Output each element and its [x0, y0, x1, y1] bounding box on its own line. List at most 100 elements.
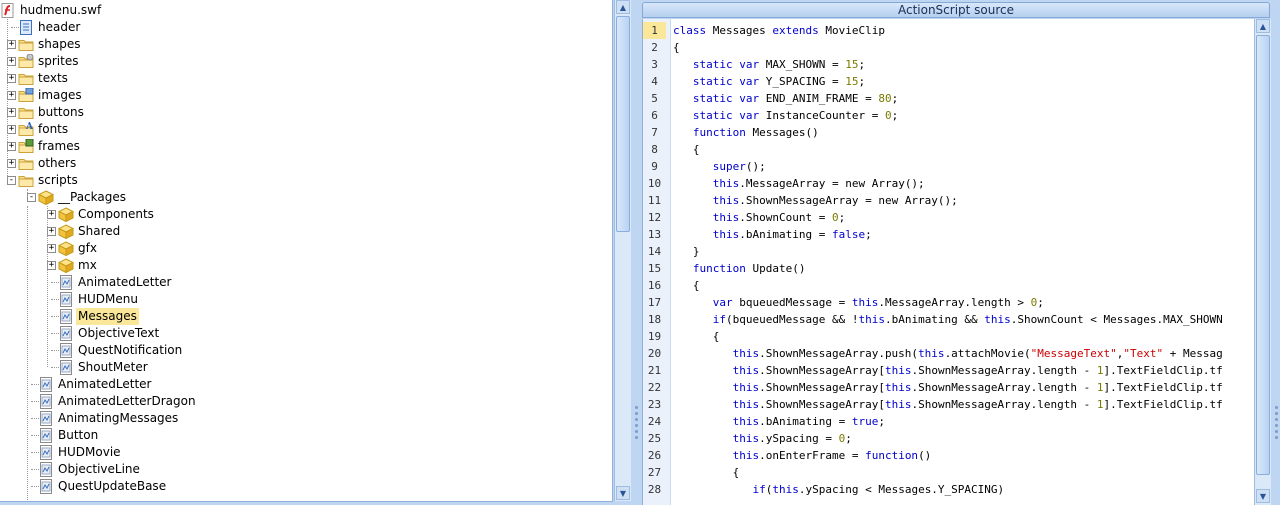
tree-node-label[interactable]: AnimatedLetter — [76, 274, 173, 291]
tree-node-label[interactable]: scripts — [36, 172, 80, 189]
code-line[interactable]: var bqueuedMessage = this.MessageArray.l… — [673, 294, 1044, 311]
tree-node[interactable]: QuestUpdateBase — [0, 478, 610, 495]
code-line[interactable]: this.bAnimating = true; — [673, 413, 885, 430]
tree-node-label[interactable]: ObjectiveLine — [56, 461, 142, 478]
code-line[interactable]: { — [673, 464, 740, 481]
tree-node[interactable]: + Afonts — [0, 121, 610, 138]
expand-toggle[interactable]: + — [7, 125, 16, 134]
tree-node[interactable]: - __Packages — [0, 189, 610, 206]
tree-scrollbar[interactable]: ▲ ▼ — [614, 0, 631, 501]
scroll-up-arrow[interactable]: ▲ — [1256, 19, 1270, 33]
tree-node-label[interactable]: Shared — [76, 223, 122, 240]
tree-node[interactable]: QuestNotification — [0, 342, 610, 359]
expand-toggle[interactable]: + — [7, 74, 16, 83]
tree-node-label[interactable]: header — [36, 19, 82, 36]
tree-node[interactable]: AnimatedLetterDragon — [0, 393, 610, 410]
code-line[interactable]: function Messages() — [673, 124, 819, 141]
expand-toggle[interactable]: + — [47, 261, 56, 270]
tree-node[interactable]: ObjectiveText — [0, 325, 610, 342]
tree-node[interactable]: ObjectiveLine — [0, 461, 610, 478]
tree-node[interactable]: + shapes — [0, 36, 610, 53]
code-line[interactable]: static var MAX_SHOWN = 15; — [673, 56, 865, 73]
tree-node-label[interactable]: Messages — [76, 308, 139, 325]
expand-toggle[interactable]: + — [7, 108, 16, 117]
code-line[interactable]: this.ySpacing = 0; — [673, 430, 852, 447]
code-line[interactable]: super(); — [673, 158, 766, 175]
tree-scrollbar-thumb[interactable] — [616, 16, 630, 232]
code-line[interactable]: this.MessageArray = new Array(); — [673, 175, 925, 192]
tree-node-label[interactable]: shapes — [36, 36, 82, 53]
tree-node-label[interactable]: AnimatedLetter — [56, 376, 153, 393]
code-line[interactable]: } — [673, 243, 700, 260]
panel-splitter[interactable] — [632, 0, 642, 505]
code-line[interactable]: if(this.ySpacing < Messages.Y_SPACING) — [673, 481, 1004, 498]
tree-node-label[interactable]: ShoutMeter — [76, 359, 150, 376]
tree-node-label[interactable]: Button — [56, 427, 100, 444]
tree-node[interactable]: + buttons — [0, 104, 610, 121]
tree-node[interactable]: + sprites — [0, 53, 610, 70]
tree-node[interactable]: + Shared — [0, 223, 610, 240]
tree-node-label[interactable]: ObjectiveText — [76, 325, 161, 342]
code-line[interactable]: class Messages extends MovieClip — [673, 22, 885, 39]
tree-node[interactable]: ShoutMeter — [0, 359, 610, 376]
tree-node[interactable]: + others — [0, 155, 610, 172]
code-line[interactable]: { — [673, 141, 700, 158]
code-line[interactable]: function Update() — [673, 260, 806, 277]
code-line[interactable]: static var END_ANIM_FRAME = 80; — [673, 90, 898, 107]
tree-node[interactable]: header — [0, 19, 610, 36]
code-line[interactable]: this.ShownCount = 0; — [673, 209, 845, 226]
collapse-toggle[interactable]: - — [7, 176, 16, 185]
expand-toggle[interactable]: + — [47, 227, 56, 236]
code-line[interactable]: if(bqueuedMessage && !this.bAnimating &&… — [673, 311, 1223, 328]
tree-node-label[interactable]: texts — [36, 70, 70, 87]
tree-node-label[interactable]: buttons — [36, 104, 86, 121]
code-line[interactable]: this.ShownMessageArray = new Array(); — [673, 192, 958, 209]
code-scrollbar-thumb[interactable] — [1256, 35, 1270, 475]
tree-node[interactable]: + frames — [0, 138, 610, 155]
tree-node-label[interactable]: __Packages — [56, 189, 128, 206]
expand-toggle[interactable]: + — [7, 142, 16, 151]
tree-node[interactable]: HUDMovie — [0, 444, 610, 461]
tree-node-label[interactable]: gfx — [76, 240, 99, 257]
expand-toggle[interactable]: + — [7, 40, 16, 49]
tree-node[interactable]: Button — [0, 427, 610, 444]
code-line[interactable]: this.ShownMessageArray[this.ShownMessage… — [673, 396, 1223, 413]
tree-node-label[interactable]: HUDMenu — [76, 291, 140, 308]
tree-node[interactable]: + gfx — [0, 240, 610, 257]
scroll-up-arrow[interactable]: ▲ — [616, 0, 630, 14]
tree-node-label[interactable]: frames — [36, 138, 82, 155]
code-line[interactable]: this.bAnimating = false; — [673, 226, 872, 243]
code-editor[interactable]: 1 2 3 4 5 6 7 8 9 10 11 12 13 14 15 16 17 18 19 20 21 22 23 24 2… — [642, 19, 1255, 505]
scroll-down-arrow[interactable]: ▼ — [616, 486, 630, 500]
code-line[interactable]: this.ShownMessageArray[this.ShownMessage… — [673, 362, 1223, 379]
right-splitter[interactable] — [1272, 0, 1280, 505]
tree-node-label[interactable]: QuestNotification — [76, 342, 184, 359]
tree-node-label[interactable]: images — [36, 87, 84, 104]
code-line[interactable]: { — [673, 328, 720, 345]
code-line[interactable]: static var InstanceCounter = 0; — [673, 107, 898, 124]
tree-node[interactable]: AnimatedLetter — [0, 274, 610, 291]
code-line[interactable]: { — [673, 277, 700, 294]
code-line[interactable]: this.onEnterFrame = function() — [673, 447, 932, 464]
tree-node[interactable]: + mx — [0, 257, 610, 274]
tree-node[interactable]: + texts — [0, 70, 610, 87]
tree-node-label[interactable]: mx — [76, 257, 99, 274]
code-line[interactable]: { — [673, 39, 680, 56]
expand-toggle[interactable]: + — [47, 210, 56, 219]
tree-node-label[interactable]: QuestUpdateBase — [56, 478, 168, 495]
tree-node[interactable]: + Components — [0, 206, 610, 223]
tree-node-label[interactable]: others — [36, 155, 78, 172]
tree-root-label[interactable]: hudmenu.swf — [18, 2, 103, 19]
tree-node[interactable]: Messages — [0, 308, 610, 325]
tree-node[interactable]: + images — [0, 87, 610, 104]
code-line[interactable]: static var Y_SPACING = 15; — [673, 73, 865, 90]
code-line[interactable]: this.ShownMessageArray[this.ShownMessage… — [673, 379, 1223, 396]
expand-toggle[interactable]: + — [7, 57, 16, 66]
tree-node-label[interactable]: AnimatingMessages — [56, 410, 180, 427]
scroll-down-arrow[interactable]: ▼ — [1256, 489, 1270, 503]
tree-node-label[interactable]: HUDMovie — [56, 444, 123, 461]
expand-toggle[interactable]: + — [47, 244, 56, 253]
tree-node-label[interactable]: AnimatedLetterDragon — [56, 393, 198, 410]
code-line[interactable]: this.ShownMessageArray.push(this.attachM… — [673, 345, 1223, 362]
code-scrollbar[interactable]: ▲ ▼ — [1254, 19, 1271, 505]
